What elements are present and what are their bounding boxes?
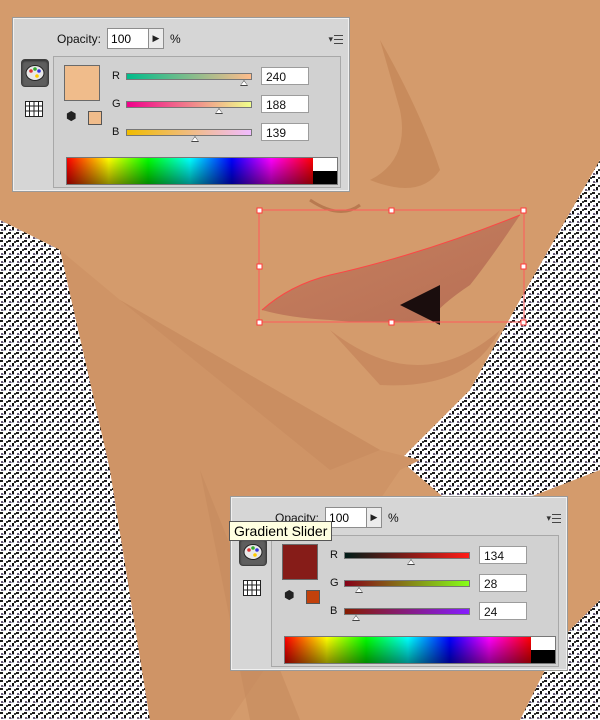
channel-row-g: G 188 bbox=[112, 95, 309, 114]
channel-row-r: R 240 bbox=[112, 67, 309, 86]
channel-label-b: B bbox=[112, 126, 120, 138]
color-spectrum-bar[interactable] bbox=[284, 636, 556, 664]
channel-row-b: B 24 bbox=[330, 602, 527, 621]
swatches-grid-icon bbox=[25, 101, 43, 117]
channel-value-r[interactable]: 240 bbox=[261, 67, 309, 85]
color-spectrum-gradient[interactable] bbox=[67, 158, 313, 184]
channel-label-b: B bbox=[330, 605, 338, 617]
menu-arrow-icon: ▾ bbox=[328, 34, 333, 44]
fill-color-swatch[interactable] bbox=[64, 65, 100, 101]
opacity-percent-label: % bbox=[170, 31, 181, 46]
black-white-swatches[interactable] bbox=[313, 158, 337, 184]
opacity-percent-label: % bbox=[388, 510, 399, 525]
color-palette-icon bbox=[25, 65, 45, 81]
channel-value-g[interactable]: 28 bbox=[479, 574, 527, 592]
channel-value-b[interactable]: 24 bbox=[479, 602, 527, 620]
menu-arrow-icon: ▾ bbox=[546, 513, 551, 523]
panel-menu-icon bbox=[334, 35, 343, 44]
panel-menu-button[interactable]: ▾ bbox=[546, 513, 561, 524]
opacity-stepper-arrow-icon[interactable]: ▶ bbox=[148, 29, 164, 48]
channel-slider-b[interactable] bbox=[344, 607, 470, 621]
channel-label-g: G bbox=[112, 98, 121, 110]
slider-thumb-g[interactable] bbox=[354, 586, 363, 593]
channel-value-g[interactable]: 188 bbox=[261, 95, 309, 113]
swatches-grid-icon bbox=[243, 580, 261, 596]
color-panel-tab-button[interactable] bbox=[21, 59, 49, 87]
channel-slider-r[interactable] bbox=[344, 551, 470, 565]
black-white-swatches[interactable] bbox=[531, 637, 555, 663]
channel-label-r: R bbox=[330, 549, 338, 561]
channel-slider-g[interactable] bbox=[126, 100, 252, 114]
color-panel-tab-button[interactable] bbox=[239, 538, 267, 566]
slider-thumb-r[interactable] bbox=[406, 558, 415, 565]
opacity-row: Opacity: ▶ % bbox=[57, 28, 181, 49]
web-safe-color-swatch[interactable] bbox=[88, 111, 102, 125]
channel-row-b: B 139 bbox=[112, 123, 309, 142]
panel-menu-icon bbox=[552, 514, 561, 523]
cube-icon[interactable]: ⬢ bbox=[66, 109, 76, 123]
color-spectrum-bar[interactable] bbox=[66, 157, 338, 185]
opacity-field[interactable]: ▶ bbox=[107, 28, 165, 49]
gradient-slider-tooltip: Gradient Slider bbox=[229, 521, 333, 541]
opacity-label: Opacity: bbox=[57, 31, 102, 46]
cube-icon[interactable]: ⬢ bbox=[284, 588, 294, 602]
channel-value-r[interactable]: 134 bbox=[479, 546, 527, 564]
slider-thumb-r[interactable] bbox=[239, 79, 248, 86]
swatches-tab-button[interactable] bbox=[239, 575, 265, 601]
channel-label-g: G bbox=[330, 577, 339, 589]
channel-row-g: G 28 bbox=[330, 574, 527, 593]
channel-row-r: R 134 bbox=[330, 546, 527, 565]
channel-slider-b[interactable] bbox=[126, 128, 252, 142]
color-spectrum-gradient[interactable] bbox=[285, 637, 531, 663]
color-palette-icon bbox=[243, 544, 263, 560]
panel-content: ⬢ R 240 G 188 B 139 bbox=[53, 56, 341, 188]
opacity-field[interactable]: ▶ bbox=[325, 507, 383, 528]
slider-thumb-b[interactable] bbox=[191, 135, 200, 142]
fill-color-swatch[interactable] bbox=[282, 544, 318, 580]
opacity-stepper-arrow-icon[interactable]: ▶ bbox=[366, 508, 382, 527]
color-panel-top: Opacity: ▶ % ▾ ⬢ R 240 G 188 B bbox=[12, 17, 350, 192]
slider-thumb-b[interactable] bbox=[352, 614, 361, 621]
slider-thumb-g[interactable] bbox=[214, 107, 223, 114]
opacity-input[interactable] bbox=[108, 30, 149, 47]
channel-value-b[interactable]: 139 bbox=[261, 123, 309, 141]
channel-slider-g[interactable] bbox=[344, 579, 470, 593]
panel-content: ⬢ R 134 G 28 B 24 bbox=[271, 535, 559, 667]
web-safe-color-swatch[interactable] bbox=[306, 590, 320, 604]
channel-slider-r[interactable] bbox=[126, 72, 252, 86]
channel-label-r: R bbox=[112, 70, 120, 82]
panel-menu-button[interactable]: ▾ bbox=[328, 34, 343, 45]
swatches-tab-button[interactable] bbox=[21, 96, 47, 122]
